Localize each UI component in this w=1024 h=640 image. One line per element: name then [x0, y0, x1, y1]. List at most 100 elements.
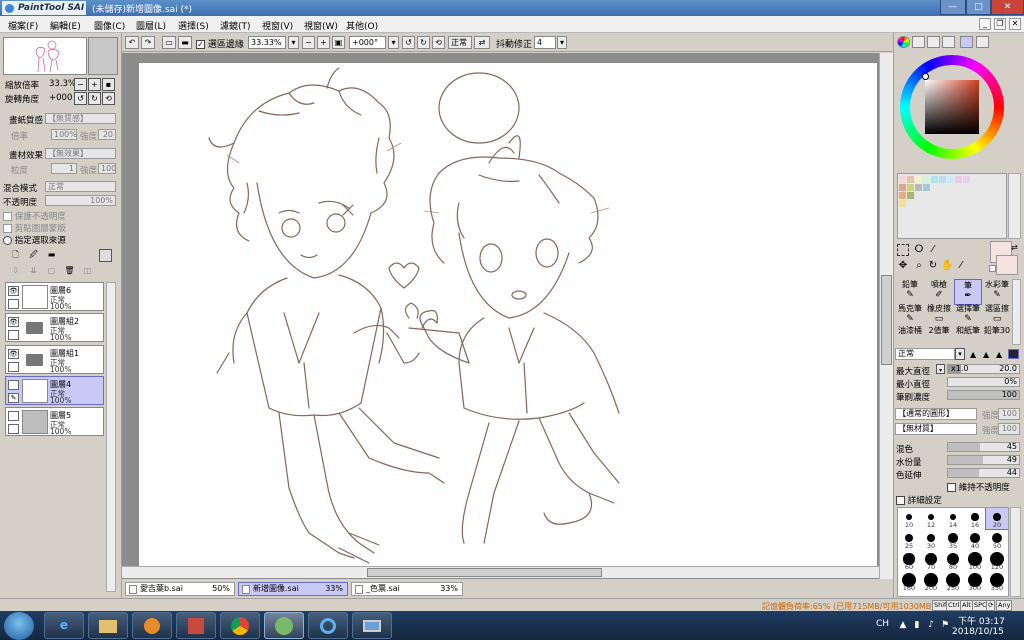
hard-edge-icon[interactable]: ▲ — [996, 350, 1002, 359]
media-player-icon[interactable] — [132, 612, 172, 639]
soft-edge-icon[interactable]: ▲ — [970, 350, 976, 359]
clip-layer-toggle[interactable]: 剪貼圖層蒙版 — [3, 222, 66, 234]
flip-icon[interactable]: ⇄ — [474, 36, 490, 49]
max-size-slider[interactable]: x1.0 20.0 — [947, 364, 1020, 374]
visibility-eye-icon[interactable]: 👁 — [8, 286, 19, 296]
rotation-field[interactable]: +000° — [349, 36, 386, 49]
color-mixer-tab-icon[interactable] — [942, 36, 955, 48]
detail-settings-toggle[interactable]: 詳細設定 — [896, 494, 942, 506]
ie-refresh-icon[interactable] — [308, 612, 348, 639]
brush-size-cell[interactable]: 70 — [920, 550, 942, 571]
document-tab[interactable]: _色票.sai 33% — [351, 582, 463, 596]
selection-source-radio[interactable] — [3, 236, 12, 245]
blending-slider[interactable]: 45 — [947, 442, 1020, 452]
swatch[interactable] — [947, 176, 954, 183]
color-wheel[interactable] — [900, 55, 1004, 159]
swatch-scrollbar[interactable] — [1008, 173, 1021, 239]
brush-size-cell[interactable]: 80 — [942, 550, 964, 571]
horizontal-scroll-thumb[interactable] — [367, 568, 602, 577]
delete-layer-icon[interactable]: 🗑 — [63, 265, 76, 278]
selection-source-toggle[interactable]: 指定選取來源 — [3, 234, 66, 246]
opacity-slider[interactable]: 100% — [45, 195, 116, 206]
layer-blend-mode-select[interactable]: 正常 — [45, 181, 116, 192]
magic-wand-icon[interactable]: ⁄ — [927, 244, 939, 256]
brush-size-cell[interactable]: 200 — [920, 571, 942, 592]
stabilizer-dropdown-icon[interactable]: ▾ — [557, 36, 567, 49]
layer-item[interactable]: 圖層5 正常 100% — [5, 407, 104, 436]
selection-edge-toggle[interactable]: ✓ 選區邊緣 — [196, 37, 244, 50]
tool-watercolor[interactable]: 水彩筆 ✎ — [983, 279, 1011, 305]
vertical-scroll-thumb[interactable] — [881, 275, 892, 365]
document-tab[interactable]: 愛吉葉b.sai 50% — [125, 582, 235, 596]
lock-toggle[interactable] — [8, 424, 19, 434]
rotate-right-icon[interactable]: ↻ — [417, 36, 430, 49]
tool-airbrush[interactable]: 噴槍 ✐ — [925, 279, 953, 305]
visibility-eye-icon[interactable]: 👁 — [8, 317, 19, 327]
swatch[interactable] — [907, 184, 914, 191]
brush-mode-select[interactable]: 正常 — [895, 348, 955, 360]
merge-down-icon[interactable]: ⇊ — [27, 265, 40, 278]
brush-size-cell[interactable]: 250 — [942, 571, 964, 592]
size-grid-scrollbar[interactable] — [1010, 507, 1021, 597]
brush-size-cell[interactable]: 20 — [985, 508, 1008, 530]
edge-hardness-selector[interactable]: ▲ ▲ ▲ — [968, 348, 1022, 360]
transfer-down-icon[interactable]: ⇩ — [9, 265, 22, 278]
detail-settings-checkbox[interactable] — [896, 496, 905, 505]
hardest-edge-icon[interactable] — [1008, 349, 1019, 359]
scratch-pad-tab-icon[interactable] — [976, 36, 989, 48]
rotate-value[interactable]: +000 — [49, 93, 72, 103]
swatch[interactable] — [915, 184, 922, 191]
brush-size-cell[interactable]: 100 — [964, 550, 986, 571]
dilution-slider[interactable]: 49 — [947, 455, 1020, 465]
drawing-canvas[interactable] — [139, 63, 877, 568]
pencil-icon[interactable]: ✎ — [8, 393, 19, 403]
size-dropdown-icon[interactable]: ▾ — [936, 364, 945, 374]
tool-pencil[interactable]: 鉛筆 ✎ — [896, 279, 924, 305]
layer-item[interactable]: 👁 圖層組2 正常 100% — [5, 313, 104, 342]
brush-size-cell[interactable]: 350 — [986, 571, 1008, 592]
network-icon[interactable]: ▮ — [912, 620, 922, 630]
clock-time[interactable]: 下午 03:17 — [958, 614, 1005, 627]
zoom-dropdown-icon[interactable]: ▾ — [288, 36, 299, 49]
protect-opacity-toggle[interactable]: 保護不透明度 — [3, 210, 66, 222]
zoom-reset-icon[interactable]: ▣ — [332, 36, 345, 49]
brush-mode-dropdown-icon[interactable]: ▾ — [955, 348, 965, 360]
lock-toggle[interactable] — [8, 299, 19, 309]
mdi-restore-button[interactable]: ❐ — [994, 18, 1006, 30]
brush-size-cell[interactable]: 16 — [964, 508, 986, 529]
layer-mask-icon[interactable]: ◫ — [81, 265, 94, 278]
minimize-button[interactable]: — — [940, 0, 966, 15]
lock-toggle[interactable] — [8, 362, 19, 372]
mdi-minimize-button[interactable]: _ — [979, 18, 991, 30]
chrome-icon[interactable] — [220, 612, 260, 639]
brush-size-cell[interactable]: 60 — [898, 550, 920, 571]
brush-size-cell[interactable]: 12 — [920, 508, 942, 529]
stabilizer-field[interactable]: 4 — [534, 36, 556, 49]
paper-texture-select[interactable]: 【無質感】 — [45, 113, 116, 124]
intensity-field[interactable]: 100 — [98, 163, 116, 174]
clip-layer-checkbox[interactable] — [3, 224, 12, 233]
visibility-eye-icon[interactable]: 👁 — [8, 349, 19, 359]
swatch[interactable] — [899, 192, 906, 199]
swatch[interactable] — [923, 176, 930, 183]
lasso-icon[interactable]: ⵔ — [913, 244, 925, 256]
visibility-eye-icon[interactable] — [8, 411, 19, 421]
brush-size-cell[interactable]: 120 — [986, 550, 1008, 571]
new-linework-layer-icon[interactable]: 🖉 — [27, 249, 40, 262]
grain-field[interactable]: 1 — [51, 163, 77, 174]
layer-item[interactable]: 👁 圖層組1 正常 100% — [5, 345, 104, 374]
layer-option-icon[interactable] — [99, 249, 112, 262]
menu-window[interactable]: 視窗(W) — [304, 19, 338, 32]
canvas-vertical-scrollbar[interactable] — [879, 53, 893, 579]
menu-layer[interactable]: 圖層(L) — [136, 19, 166, 32]
swatch[interactable] — [923, 184, 930, 191]
nav-rotate-reset-icon[interactable]: ⟲ — [102, 92, 115, 105]
layer-scrollbar[interactable] — [106, 282, 116, 592]
lock-toggle[interactable] — [8, 330, 19, 340]
scale-field[interactable]: 100% — [51, 129, 77, 140]
game-icon[interactable] — [176, 612, 216, 639]
brush-size-cell[interactable]: 35 — [942, 529, 964, 550]
internet-explorer-icon[interactable]: e — [44, 612, 84, 639]
file-explorer-icon[interactable] — [88, 612, 128, 639]
rotate-tool-icon[interactable]: ↻ — [927, 260, 939, 272]
